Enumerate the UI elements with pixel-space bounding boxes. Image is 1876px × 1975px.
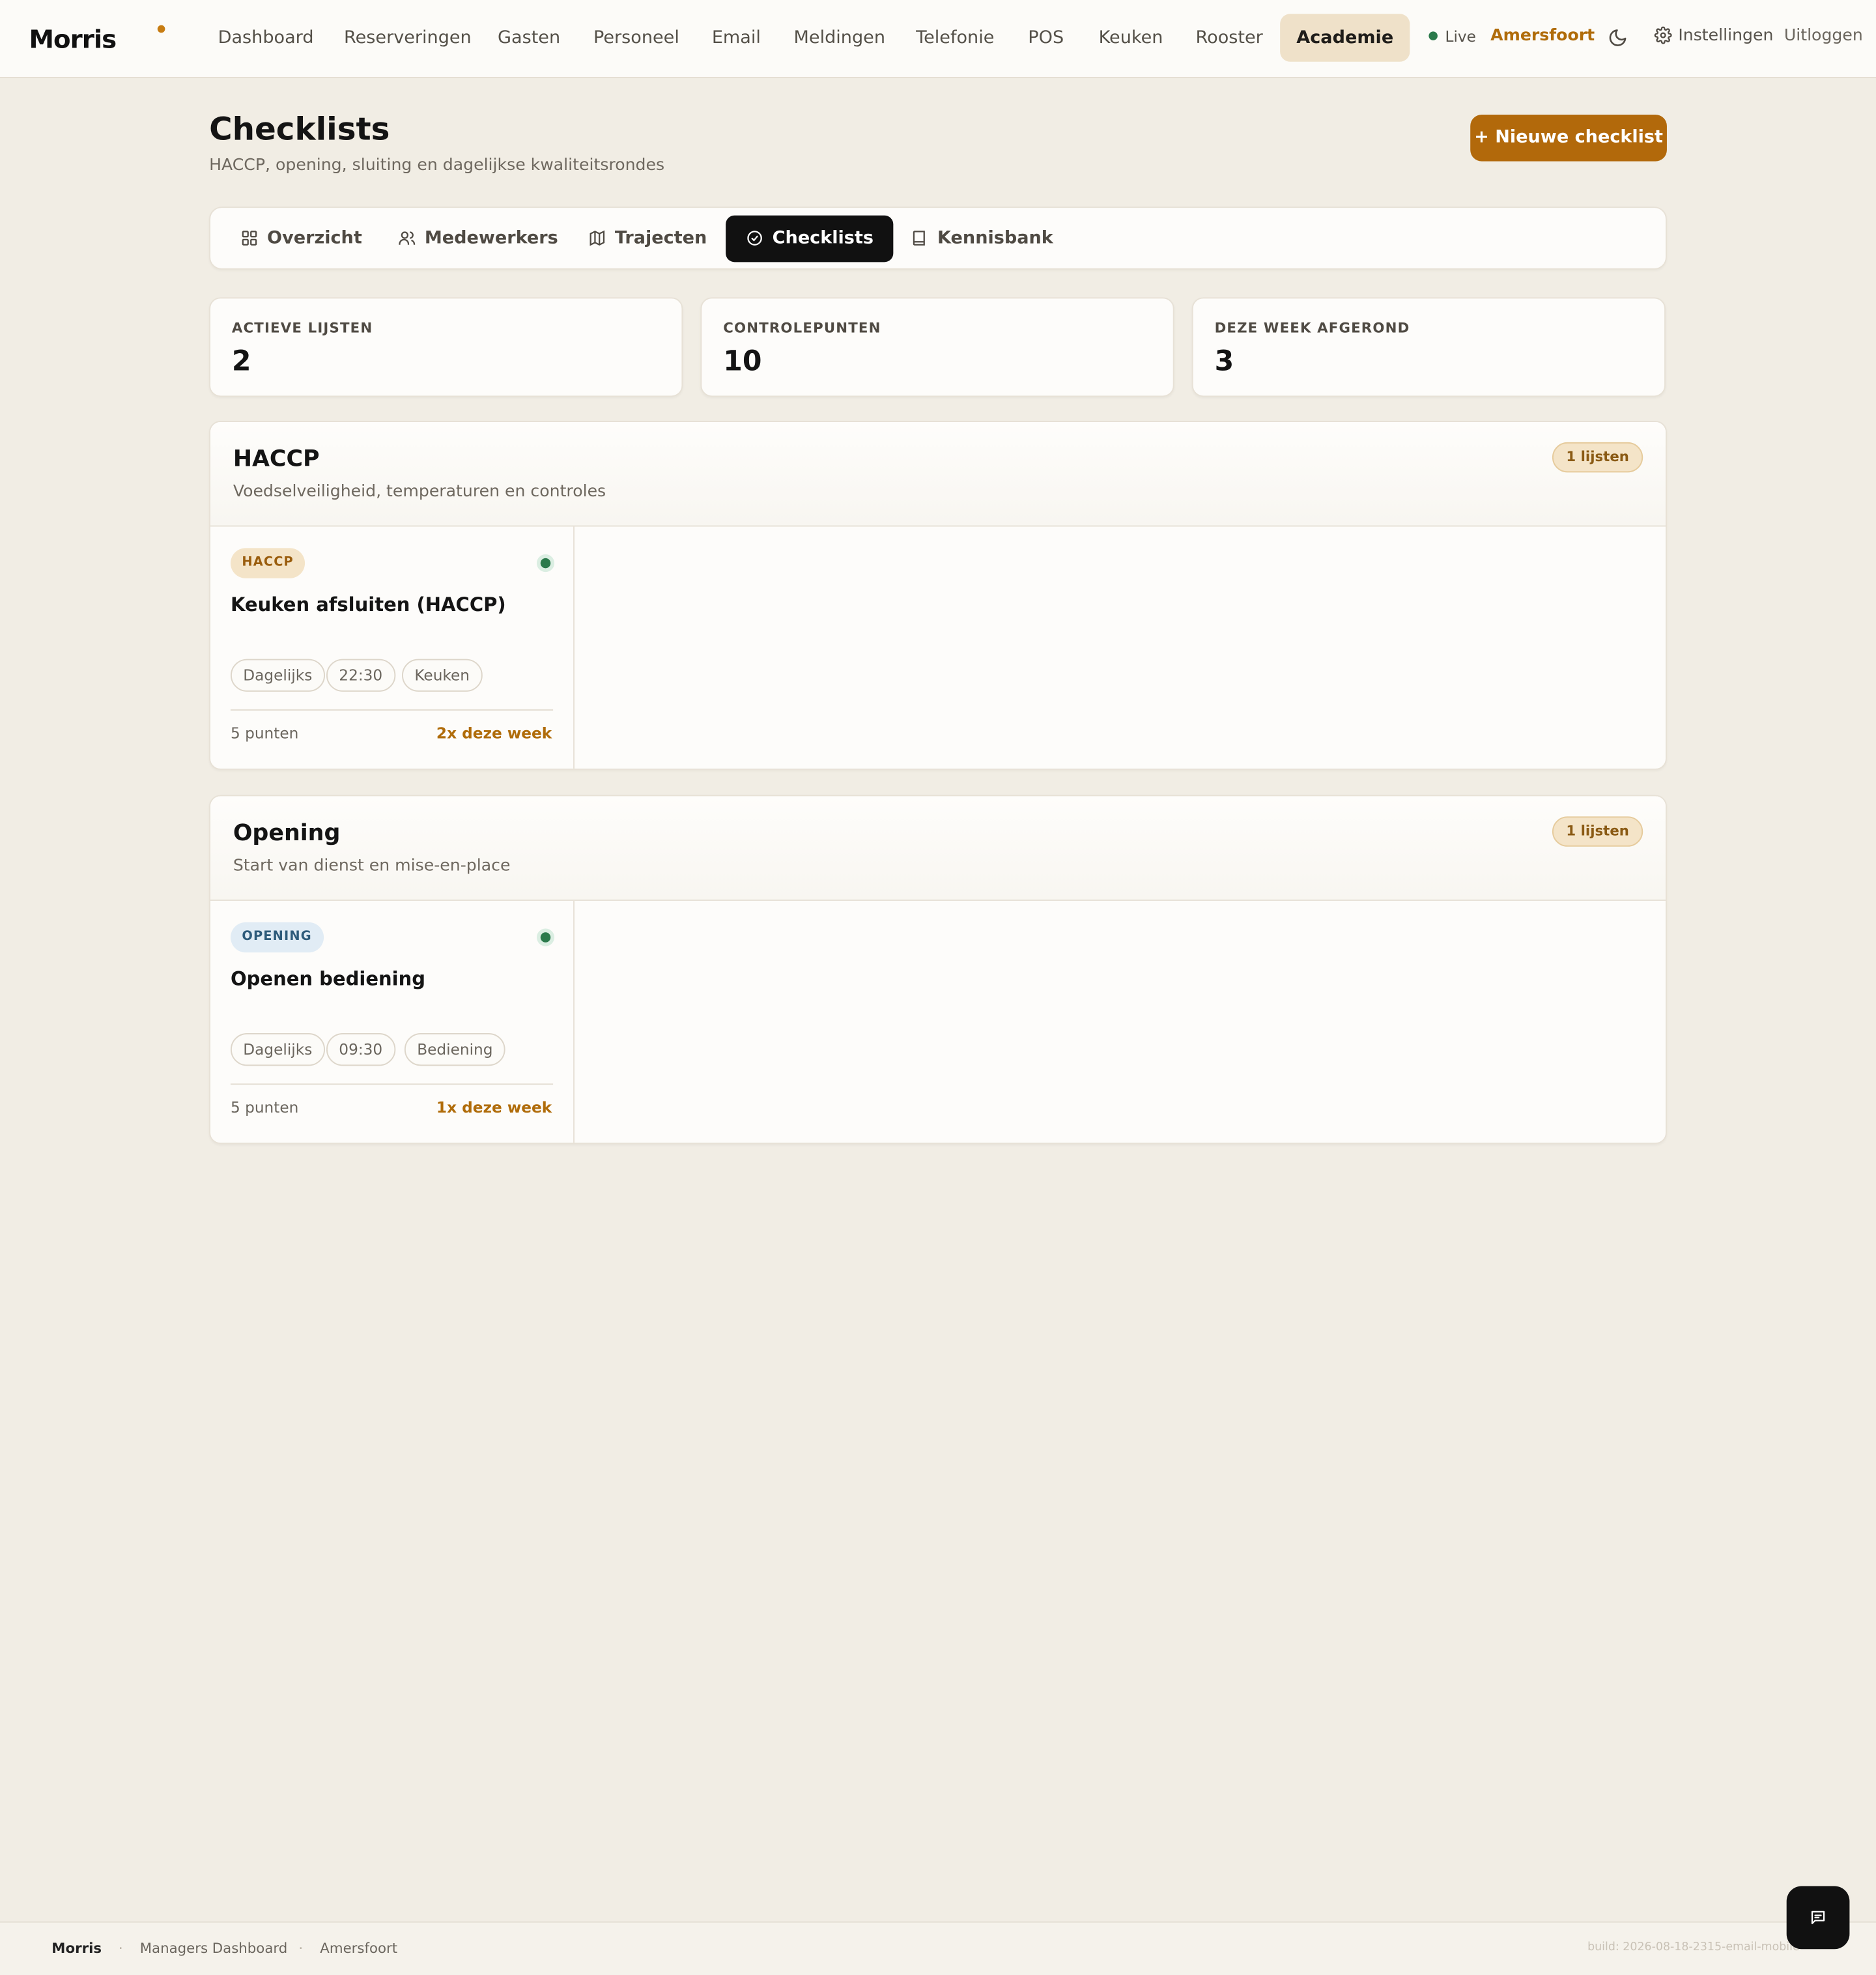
checklist-card[interactable]: OPENING Openen bediening Dagelijks 09:30…	[210, 900, 575, 1143]
chat-icon	[1811, 1911, 1825, 1925]
moon-icon[interactable]	[1608, 28, 1628, 48]
tab-label: Medewerkers	[424, 228, 558, 249]
section-subtitle: Voedselveiligheid, temperaturen en contr…	[233, 482, 606, 502]
section-count-badge: 1 lijsten	[1552, 442, 1643, 473]
nav-gasten[interactable]: Gasten	[481, 14, 576, 61]
active-status-dot	[536, 928, 555, 946]
settings-link[interactable]: Instellingen	[1654, 26, 1774, 46]
department-tag: Bediening	[404, 1033, 505, 1066]
section-header: Opening Start van dienst en mise-en-plac…	[210, 796, 1666, 901]
section-haccp: HACCP Voedselveiligheid, temperaturen en…	[209, 421, 1667, 770]
map-icon	[590, 230, 605, 246]
logout-link[interactable]: Uitloggen	[1784, 27, 1863, 46]
live-dot-icon	[1428, 31, 1438, 40]
tab-trajecten[interactable]: Trajecten	[568, 216, 727, 263]
nav-dashboard[interactable]: Dashboard	[201, 14, 330, 61]
points-count: 5 punten	[230, 724, 299, 743]
nav-keuken[interactable]: Keuken	[1082, 14, 1179, 61]
stat-value: 3	[1214, 346, 1234, 378]
stat-label: ACTIEVE LIJSTEN	[231, 320, 373, 337]
top-navigation: Morris Dashboard Reserveringen Gasten Pe…	[0, 0, 1876, 78]
build-info: build: 2026-08-18-2315-email-mobile	[1587, 1941, 1800, 1954]
stat-label: CONTROLEPUNTEN	[723, 320, 881, 337]
active-status-dot	[536, 554, 555, 573]
section-count-badge: 1 lijsten	[1552, 816, 1643, 847]
tab-label: Checklists	[772, 228, 874, 249]
live-indicator: Live	[1428, 28, 1476, 46]
gear-icon	[1654, 26, 1672, 44]
nav-meldingen[interactable]: Meldingen	[777, 14, 902, 61]
settings-label: Instellingen	[1678, 26, 1774, 46]
new-checklist-button[interactable]: + Nieuwe checklist	[1470, 115, 1667, 162]
chat-button[interactable]	[1786, 1886, 1850, 1950]
footer-separator: ·	[298, 1940, 304, 1957]
week-completions: 2x deze week	[436, 724, 552, 743]
section-header: HACCP Voedselveiligheid, temperaturen en…	[210, 421, 1666, 527]
book-icon	[913, 231, 925, 246]
tab-label: Trajecten	[614, 228, 707, 249]
brand-logo-dot	[157, 25, 165, 33]
live-label: Live	[1445, 27, 1476, 46]
section-opening: Opening Start van dienst en mise-en-plac…	[209, 795, 1667, 1144]
stat-card-completed-this-week: DEZE WEEK AFGEROND 3	[1191, 297, 1666, 397]
nav-academie[interactable]: Academie	[1280, 14, 1410, 62]
week-completions: 1x deze week	[436, 1098, 552, 1116]
category-chip: HACCP	[230, 548, 306, 578]
nav-reserveringen[interactable]: Reserveringen	[328, 14, 488, 61]
footer-brand: Morris	[51, 1940, 102, 1957]
tab-checklists[interactable]: Checklists	[726, 215, 894, 263]
nav-pos[interactable]: POS	[1012, 14, 1080, 61]
footer-location: Amersfoort	[320, 1940, 398, 1957]
check-circle-icon	[747, 231, 762, 246]
stat-value: 2	[231, 346, 251, 378]
checklist-card[interactable]: HACCP Keuken afsluiten (HACCP) Dagelijks…	[210, 526, 575, 769]
frequency-tag: Dagelijks	[230, 659, 325, 692]
page-title: Checklists	[209, 111, 390, 148]
card-divider	[230, 709, 554, 711]
users-icon	[399, 231, 416, 245]
tab-overzicht[interactable]: Overzicht	[220, 216, 382, 263]
brand-logo[interactable]: Morris	[29, 24, 117, 54]
nav-email[interactable]: Email	[696, 14, 777, 61]
location-selector[interactable]: Amersfoort	[1490, 27, 1595, 46]
section-title: HACCP	[233, 446, 320, 473]
section-title: Opening	[233, 820, 341, 847]
department-tag: Keuken	[402, 659, 483, 692]
section-subtitle: Start van dienst en mise-en-place	[233, 857, 511, 876]
points-count: 5 punten	[230, 1098, 299, 1116]
footer-separator: ·	[118, 1940, 123, 1957]
page-subtitle: HACCP, opening, sluiting en dagelijkse k…	[209, 156, 665, 175]
footer-app-name: Managers Dashboard	[139, 1940, 288, 1957]
academy-tabs: Overzicht Medewerkers Trajecten Checklis…	[209, 206, 1667, 270]
nav-rooster[interactable]: Rooster	[1179, 14, 1279, 61]
grid-icon	[242, 231, 257, 246]
time-tag: 09:30	[326, 1033, 395, 1066]
stat-card-active-lists: ACTIEVE LIJSTEN 2	[209, 297, 683, 397]
checklist-title: Keuken afsluiten (HACCP)	[230, 593, 506, 616]
frequency-tag: Dagelijks	[230, 1033, 325, 1066]
category-chip: OPENING	[230, 922, 324, 953]
checklist-title: Openen bediening	[230, 967, 426, 991]
nav-telefonie[interactable]: Telefonie	[900, 14, 1011, 61]
tab-kennisbank[interactable]: Kennisbank	[890, 216, 1073, 263]
time-tag: 22:30	[326, 659, 395, 692]
tab-medewerkers[interactable]: Medewerkers	[378, 216, 578, 263]
stat-label: DEZE WEEK AFGEROND	[1214, 320, 1410, 337]
tab-label: Kennisbank	[937, 228, 1053, 249]
card-divider	[230, 1083, 554, 1085]
tab-label: Overzicht	[267, 228, 362, 249]
stat-card-control-points: CONTROLEPUNTEN 10	[700, 297, 1174, 397]
nav-personeel[interactable]: Personeel	[577, 14, 696, 61]
stat-value: 10	[723, 346, 762, 378]
footer: Morris · Managers Dashboard · Amersfoort…	[0, 1921, 1876, 1975]
